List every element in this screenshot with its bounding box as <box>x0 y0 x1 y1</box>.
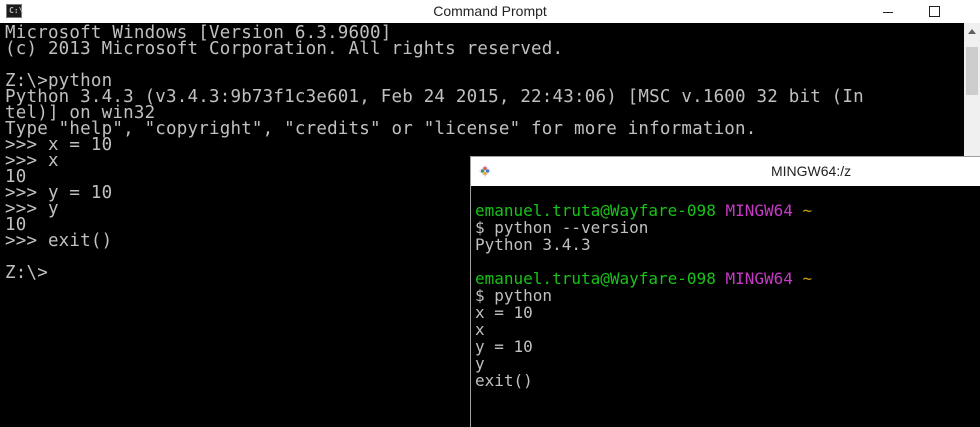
maximize-icon <box>928 6 940 17</box>
mingw-window-title: MINGW64:/z <box>771 163 852 179</box>
output-line: x = 10 <box>475 303 533 322</box>
maximize-button[interactable] <box>911 0 957 23</box>
prompt-dir: ~ <box>802 269 813 288</box>
cmd-line: Type "help", "copyright", "credits" or "… <box>5 119 757 139</box>
cmd-titlebar[interactable]: C:\ Command Prompt <box>0 0 980 23</box>
cmd-line: >>> exit() <box>5 231 113 251</box>
prompt-dir: ~ <box>802 201 813 220</box>
prompt-env: MINGW64 <box>725 201 793 220</box>
command-line: $ python --version <box>475 218 649 237</box>
scroll-up-arrow-icon[interactable] <box>968 29 976 34</box>
mingw-console[interactable]: emanuel.truta@Wayfare-098 MINGW64 ~ $ pyt… <box>471 186 980 427</box>
cmd-line: (c) 2013 Microsoft Corporation. All righ… <box>5 39 564 59</box>
minimize-button[interactable] <box>865 0 911 23</box>
scroll-thumb[interactable] <box>966 47 978 95</box>
mingw-output: emanuel.truta@Wayfare-098 MINGW64 ~ $ pyt… <box>475 202 812 389</box>
prompt-line: emanuel.truta@Wayfare-098 MINGW64 ~ <box>475 202 812 219</box>
output-line: y <box>475 354 485 373</box>
mingw64-window[interactable]: MINGW64:/z emanuel.truta@Wayfare-098 MIN… <box>470 156 980 427</box>
prompt-line: emanuel.truta@Wayfare-098 MINGW64 ~ <box>475 270 812 287</box>
output-line: x <box>475 320 485 339</box>
output-line: exit() <box>475 371 533 390</box>
mingw-titlebar[interactable]: MINGW64:/z <box>471 157 980 186</box>
prompt-env: MINGW64 <box>725 269 793 288</box>
command-line: $ python <box>475 286 553 305</box>
cmd-window-title: Command Prompt <box>433 3 547 19</box>
output-line: Python 3.4.3 <box>475 235 591 254</box>
minimize-icon <box>883 12 893 13</box>
output-line: y = 10 <box>475 337 533 356</box>
cmd-line: Z:\> <box>5 263 48 283</box>
